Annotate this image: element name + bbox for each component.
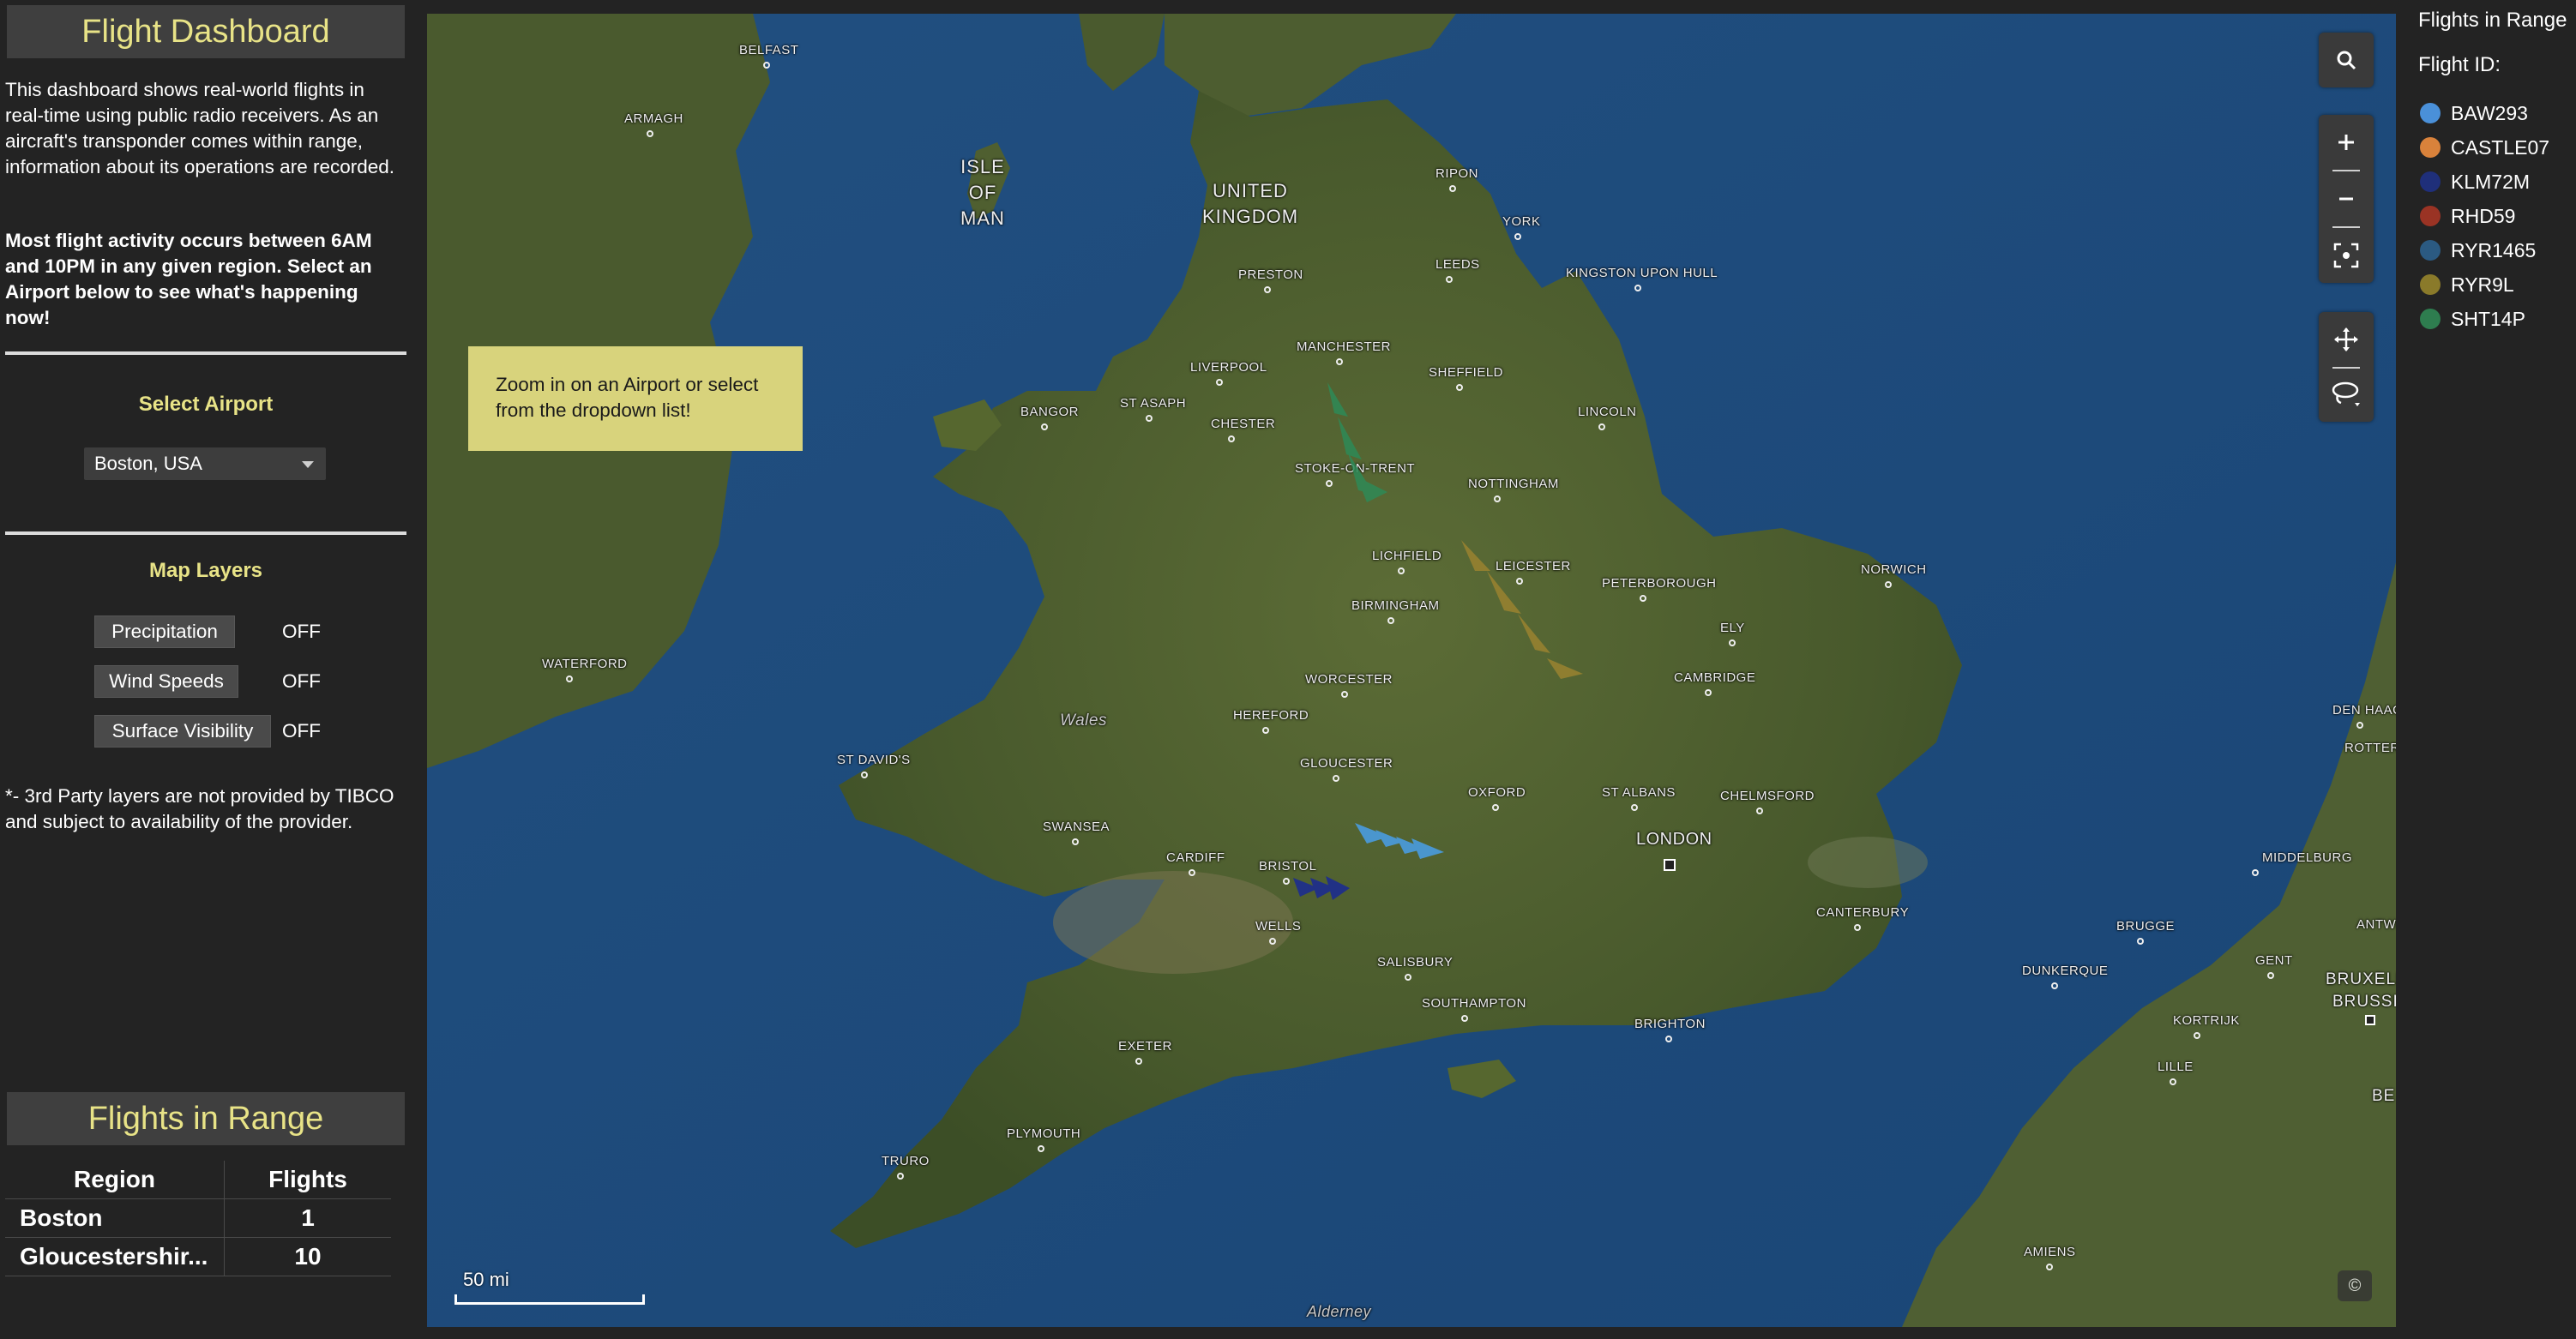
flights-in-range-table: Region Flights Boston 1 Gloucestershir..… [5,1161,391,1276]
left-panel: Flight Dashboard This dashboard shows re… [0,0,412,1339]
flight-track-baw293[interactable] [1355,823,1444,859]
legend-label: BAW293 [2451,101,2528,124]
legend-swatch [2420,206,2441,226]
divider [5,531,406,535]
legend-item-rhd59[interactable]: RHD59 [2420,202,2515,230]
select-airport-label: Select Airport [138,393,274,416]
flights-cell: 10 [224,1237,391,1276]
region-cell: Boston [5,1198,225,1238]
pan-button[interactable] [2319,312,2374,367]
intro-bold-text: Most flight activity occurs between 6AM … [5,230,372,328]
legend-label: RHD59 [2451,204,2516,227]
legend-swatch [2420,274,2441,295]
legend-swatch [2420,240,2441,261]
legend-swatch [2420,137,2441,158]
scale-bar [454,1294,645,1305]
flight-track-sht14p[interactable] [1327,382,1387,502]
airport-dropdown[interactable]: Boston, USA [84,447,326,480]
flights-header: Flights [224,1161,391,1199]
legend-label: KLM72M [2451,170,2531,193]
lasso-icon [2332,381,2360,406]
move-icon [2334,327,2358,351]
flights-cell: 1 [224,1198,391,1238]
surface-visibility-state: OFF [282,720,321,742]
layers-disclaimer: *- 3rd Party layers are not provided by … [5,785,394,832]
flight-tracks [1293,382,1583,900]
flight-track-klm72m[interactable] [1293,876,1350,900]
recenter-button[interactable] [2319,228,2374,283]
table-row[interactable]: Boston 1 [5,1198,391,1238]
flights-in-range-title: Flights in Range [7,1092,405,1145]
legend-item-baw293[interactable]: BAW293 [2420,99,2528,127]
legend-swatch [2420,171,2441,192]
legend-swatch [2420,103,2441,123]
intro-text: This dashboard shows real-world flights … [5,79,395,177]
zoom-controls [2319,115,2374,283]
table-row[interactable]: Gloucestershir... 10 [5,1237,391,1276]
legend-item-klm72m[interactable]: KLM72M [2420,168,2530,195]
lasso-button[interactable] [2319,367,2374,422]
plus-icon [2338,135,2354,150]
zoom-hint-callout: Zoom in on an Airport or select from the… [468,346,803,451]
legend-item-ryr1465[interactable]: RYR1465 [2420,237,2536,264]
legend-item-sht14p[interactable]: SHT14P [2420,305,2525,333]
table-header-row: Region Flights [5,1161,391,1199]
divider [5,351,406,355]
map-search-button[interactable] [2319,33,2374,87]
legend-item-castle07[interactable]: CASTLE07 [2420,134,2549,161]
legend-label: RYR9L [2451,273,2514,296]
legend-item-ryr9l[interactable]: RYR9L [2420,271,2514,298]
airport-dropdown-value: Boston, USA [94,453,202,474]
precipitation-state: OFF [282,621,321,642]
chevron-down-icon [302,461,314,468]
satellite-map[interactable]: BELFAST ARMAGH ISLE OF MAN UNITED KINGDO… [427,14,2396,1327]
legend-swatch [2420,309,2441,329]
selection-tools [2319,312,2374,422]
wind-speeds-state: OFF [282,670,321,692]
precipitation-button[interactable]: Precipitation [94,615,235,648]
flight-track-ryr9l[interactable] [1461,540,1583,679]
region-cell: Gloucestershir... [5,1237,225,1276]
legend-label: CASTLE07 [2451,135,2550,159]
legend-title: Flights in Range [2418,9,2567,32]
minus-icon [2339,197,2353,201]
legend-label: RYR1465 [2451,238,2537,261]
search-icon [2319,33,2374,87]
dashboard-title: Flight Dashboard [7,5,405,58]
copyright-button[interactable]: © [2338,1270,2372,1301]
scale-label: 50 mi [463,1269,509,1290]
zoom-out-button[interactable] [2319,171,2374,226]
legend-label: SHT14P [2451,307,2525,330]
focus-icon [2333,243,2359,268]
wind-speeds-button[interactable]: Wind Speeds [94,665,238,698]
surface-visibility-button[interactable]: Surface Visibility [94,715,271,748]
region-header: Region [5,1161,225,1199]
legend-subtitle: Flight ID: [2418,53,2501,76]
zoom-in-button[interactable] [2319,115,2374,170]
map-layers-label: Map Layers [148,559,263,582]
